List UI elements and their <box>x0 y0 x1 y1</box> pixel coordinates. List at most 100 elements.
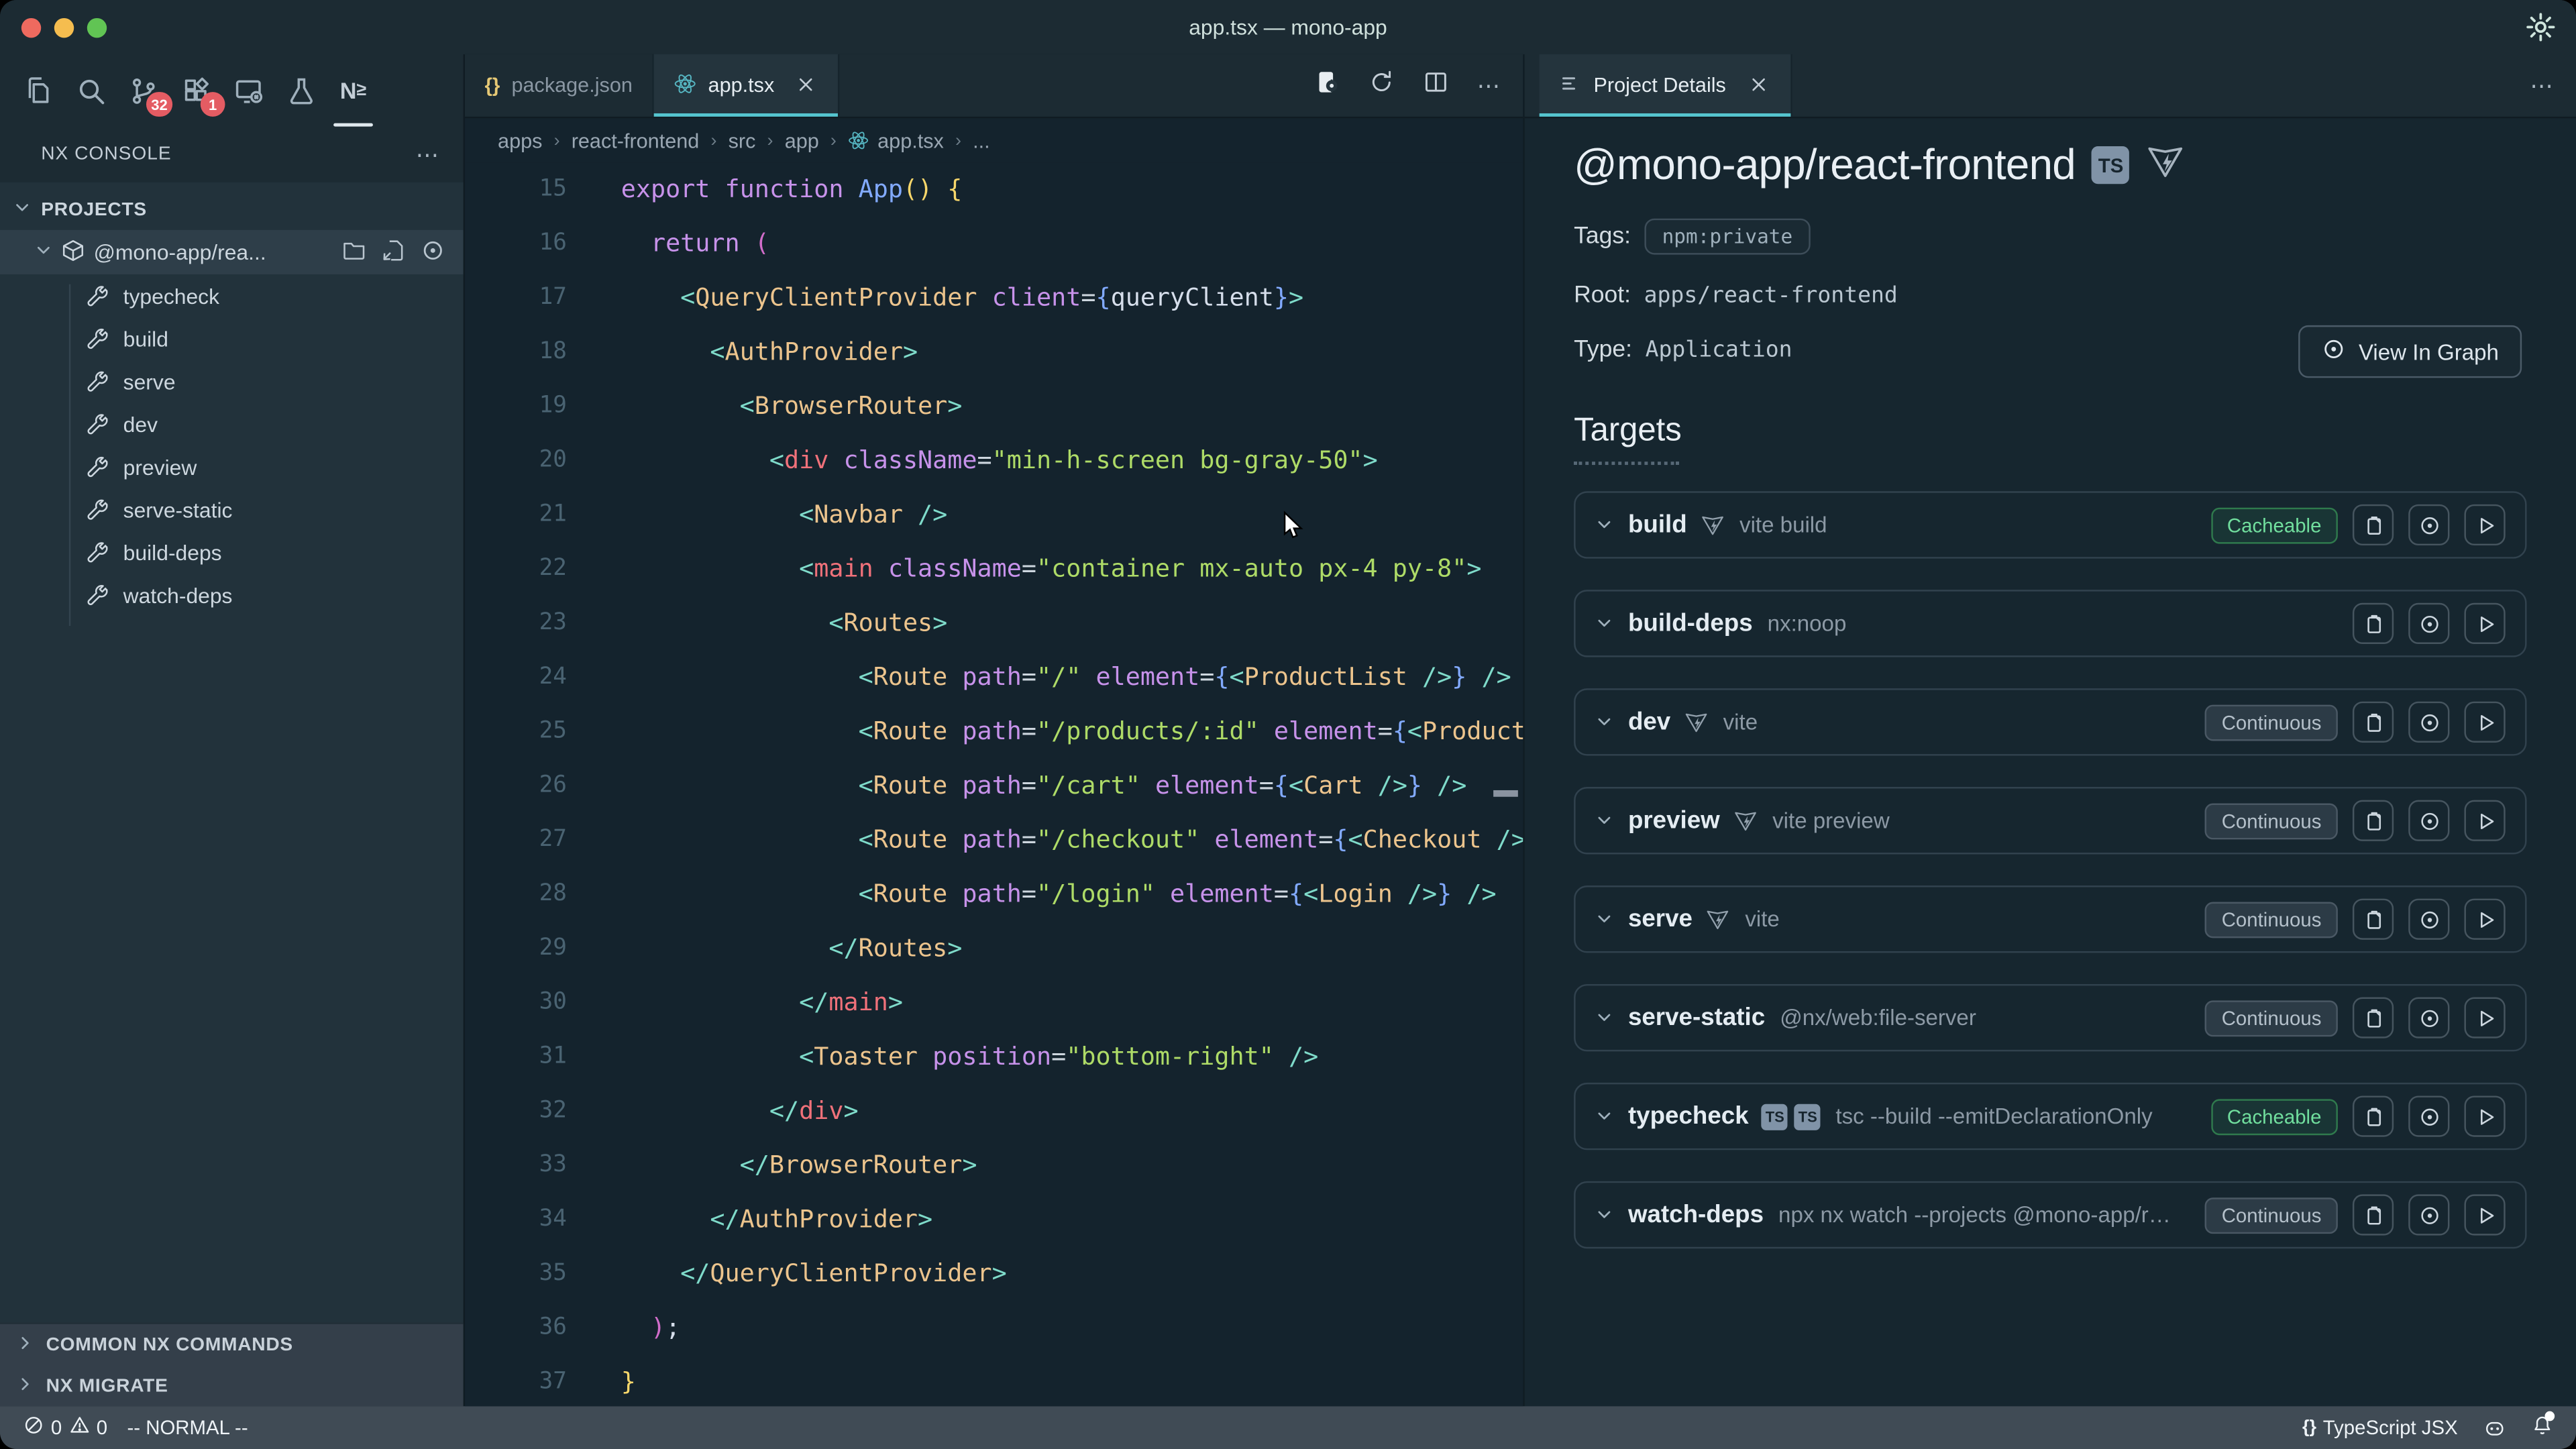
settings-gear-icon[interactable] <box>2525 11 2557 43</box>
run-task-button[interactable] <box>2464 1194 2505 1235</box>
code-line-27[interactable]: 27 <Route path="/checkout" element={<Che… <box>465 813 1523 867</box>
problems-indicator[interactable]: 0 0 <box>23 1415 107 1441</box>
chevron-down-icon[interactable] <box>1595 1206 1613 1224</box>
copy-task-button[interactable] <box>2353 1194 2394 1235</box>
activity-item-nx-console[interactable]: N≥ <box>329 61 378 120</box>
code-editor[interactable]: 15export function App() {16 return (17 <… <box>465 162 1523 1406</box>
chevron-down-icon[interactable] <box>1595 516 1613 534</box>
view-in-graph-button[interactable]: View In Graph <box>2298 325 2522 378</box>
run-task-button[interactable] <box>2464 702 2505 743</box>
view-task-button[interactable] <box>2408 800 2449 841</box>
run-task-button[interactable] <box>2464 1095 2505 1136</box>
typescript-badge: TS <box>1762 1103 1788 1129</box>
code-line-17[interactable]: 17 <QueryClientProvider client={queryCli… <box>465 271 1523 325</box>
refresh-icon[interactable] <box>1368 68 1395 103</box>
split-editor-icon[interactable] <box>1423 68 1449 103</box>
code-line-36[interactable]: 36 ); <box>465 1301 1523 1356</box>
tree-item-project[interactable]: @mono-app/rea... <box>0 230 464 274</box>
activity-item-testing[interactable] <box>276 61 325 120</box>
view-task-button[interactable] <box>2408 1194 2449 1235</box>
copy-task-button[interactable] <box>2353 702 2394 743</box>
notifications-bell[interactable] <box>2532 1415 2553 1441</box>
run-task-button[interactable] <box>2464 899 2505 940</box>
title-bar: app.tsx — mono-app <box>0 0 2576 54</box>
view-task-button[interactable] <box>2408 702 2449 743</box>
copilot-icon[interactable] <box>2484 1417 2506 1438</box>
editor-more-actions-icon[interactable]: ⋯ <box>1477 72 1502 100</box>
nx-migrate-section[interactable]: NX MIGRATE <box>0 1365 464 1406</box>
activity-item-extensions[interactable]: 1 <box>171 61 220 120</box>
chevron-down-icon[interactable] <box>1595 910 1613 928</box>
run-task-button[interactable] <box>2464 800 2505 841</box>
code-line-16[interactable]: 16 return ( <box>465 217 1523 271</box>
code-line-22[interactable]: 22 <main className="container mx-auto px… <box>465 542 1523 596</box>
code-line-35[interactable]: 35 </QueryClientProvider> <box>465 1247 1523 1301</box>
copy-task-button[interactable] <box>2353 504 2394 545</box>
code-line-15[interactable]: 15export function App() { <box>465 162 1523 217</box>
breadcrumb-item[interactable]: apps <box>498 129 542 152</box>
view-task-button[interactable] <box>2408 603 2449 644</box>
tab-package-json[interactable]: {} package.json <box>465 54 654 117</box>
breadcrumb-item[interactable]: ... <box>973 129 990 152</box>
chevron-down-icon[interactable] <box>1595 713 1613 731</box>
code-line-23[interactable]: 23 <Routes> <box>465 596 1523 651</box>
wrench-icon <box>85 454 110 479</box>
run-task-button[interactable] <box>2464 998 2505 1038</box>
code-line-33[interactable]: 33 </BrowserRouter> <box>465 1138 1523 1193</box>
view-task-button[interactable] <box>2408 1095 2449 1136</box>
copy-task-button[interactable] <box>2353 998 2394 1038</box>
breadcrumb-item[interactable]: react-frontend <box>572 129 700 152</box>
code-line-30[interactable]: 30 </main> <box>465 976 1523 1030</box>
code-line-37[interactable]: 37} <box>465 1355 1523 1406</box>
focus-project-icon[interactable] <box>421 237 445 267</box>
code-line-19[interactable]: 19 <BrowserRouter> <box>465 380 1523 434</box>
run-config-icon[interactable] <box>1314 68 1340 103</box>
copy-task-button[interactable] <box>2353 899 2394 940</box>
goto-config-icon[interactable] <box>381 237 406 267</box>
line-number: 27 <box>465 813 567 867</box>
activity-item-source-control[interactable]: 32 <box>118 61 167 120</box>
activity-item-remote-explorer[interactable] <box>223 61 272 120</box>
breadcrumb-item[interactable]: src <box>729 129 756 152</box>
chevron-down-icon[interactable] <box>1595 614 1613 633</box>
copy-task-button[interactable] <box>2353 800 2394 841</box>
run-task-button[interactable] <box>2464 504 2505 545</box>
code-line-34[interactable]: 34 </AuthProvider> <box>465 1193 1523 1247</box>
projects-section-header[interactable]: PROJECTS <box>0 191 464 230</box>
chevron-down-icon[interactable] <box>1595 1108 1613 1126</box>
tab-app-tsx[interactable]: app.tsx <box>654 54 841 117</box>
language-mode[interactable]: {} TypeScript JSX <box>2302 1416 2458 1439</box>
view-task-button[interactable] <box>2408 504 2449 545</box>
close-tab-icon[interactable] <box>1748 74 1770 97</box>
activity-item-explorer[interactable] <box>13 61 62 120</box>
chevron-down-icon[interactable] <box>1595 812 1613 830</box>
code-line-25[interactable]: 25 <Route path="/products/:id" element={… <box>465 705 1523 759</box>
chevron-down-icon[interactable] <box>1595 1009 1613 1027</box>
code-line-29[interactable]: 29 </Routes> <box>465 922 1523 976</box>
view-task-button[interactable] <box>2408 899 2449 940</box>
activity-item-search[interactable] <box>66 61 115 120</box>
breadcrumb-item[interactable]: app <box>785 129 819 152</box>
run-task-button[interactable] <box>2464 603 2505 644</box>
copy-task-button[interactable] <box>2353 603 2394 644</box>
copy-task-button[interactable] <box>2353 1095 2394 1136</box>
code-line-32[interactable]: 32 </div> <box>465 1084 1523 1138</box>
reveal-folder-icon[interactable] <box>341 237 366 267</box>
code-line-24[interactable]: 24 <Route path="/" element={<ProductList… <box>465 651 1523 705</box>
code-line-21[interactable]: 21 <Navbar /> <box>465 488 1523 542</box>
close-tab-icon[interactable] <box>796 74 818 97</box>
wrench-icon <box>85 539 110 564</box>
vim-mode-indicator[interactable]: -- NORMAL -- <box>127 1416 248 1439</box>
view-task-button[interactable] <box>2408 998 2449 1038</box>
code-line-28[interactable]: 28 <Route path="/login" element={<Login … <box>465 867 1523 922</box>
code-line-26[interactable]: 26 <Route path="/cart" element={<Cart />… <box>465 759 1523 813</box>
panel-more-actions-icon[interactable]: ⋯ <box>2530 72 2555 100</box>
breadcrumb-item[interactable]: app.tsx <box>848 129 944 152</box>
code-line-18[interactable]: 18 <AuthProvider> <box>465 325 1523 380</box>
tab-project-details[interactable]: Project Details <box>1540 54 1792 117</box>
breadcrumb[interactable]: apps›react-frontend›src›app›app.tsx›... <box>465 118 1523 162</box>
code-line-31[interactable]: 31 <Toaster position="bottom-right" /> <box>465 1030 1523 1085</box>
code-line-20[interactable]: 20 <div className="min-h-screen bg-gray-… <box>465 434 1523 488</box>
common-nx-commands-section[interactable]: COMMON NX COMMANDS <box>0 1324 464 1365</box>
sidebar-more-actions-icon[interactable]: ⋯ <box>416 140 441 168</box>
